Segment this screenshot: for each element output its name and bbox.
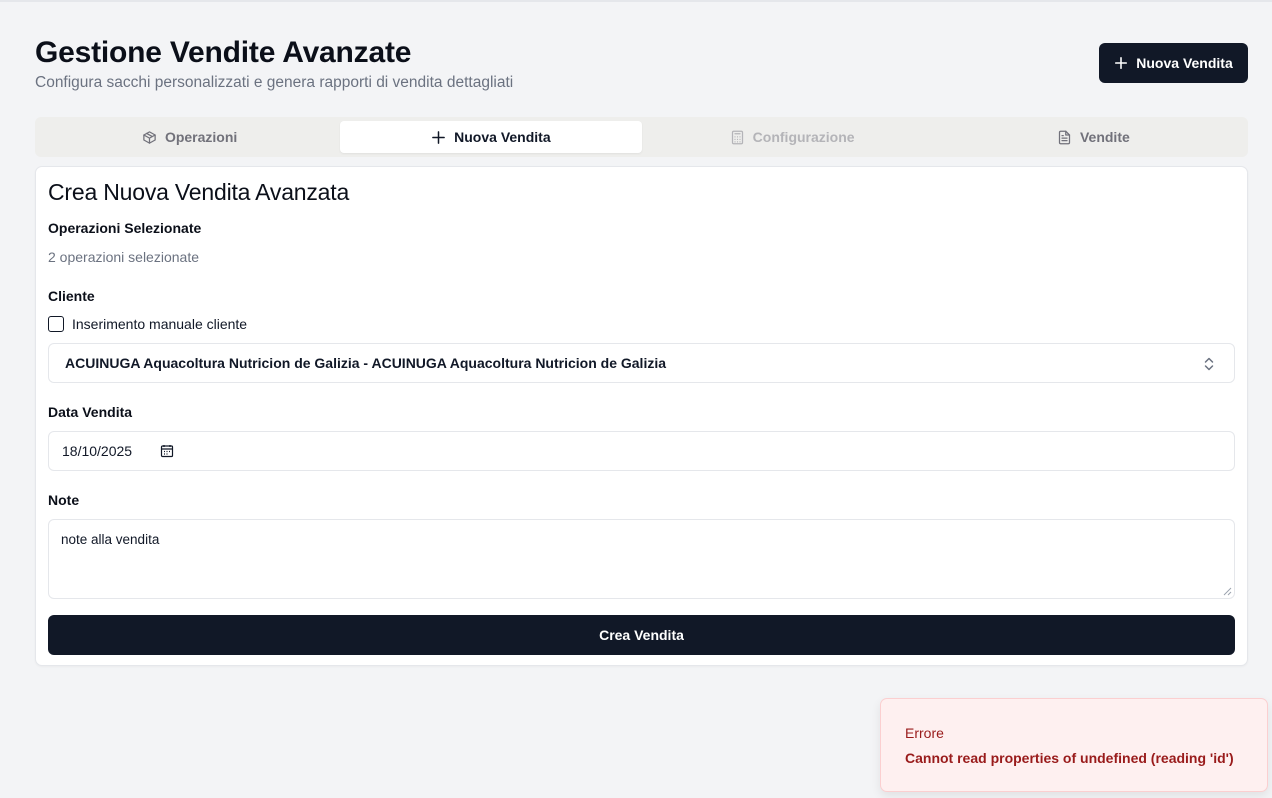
new-sale-form-card: Crea Nuova Vendita Avanzata Operazioni S… xyxy=(35,166,1248,666)
error-toast[interactable]: Errore Cannot read properties of undefin… xyxy=(880,698,1268,792)
page-header: Gestione Vendite Avanzate Configura sacc… xyxy=(35,36,1248,96)
plus-icon xyxy=(432,130,446,144)
sale-date-label: Data Vendita xyxy=(48,404,133,420)
calculator-icon xyxy=(731,130,743,144)
notes-label: Note xyxy=(48,492,80,508)
tab-vendite[interactable]: Vendite xyxy=(943,121,1244,153)
file-text-icon xyxy=(1058,130,1071,144)
create-sale-button[interactable]: Crea Vendita xyxy=(48,615,1235,655)
new-sale-button-label: Nuova Vendita xyxy=(1136,55,1233,71)
tab-configurazione[interactable]: Configurazione xyxy=(642,121,943,153)
notes-textarea[interactable]: note alla vendita xyxy=(48,519,1235,599)
tab-label: Operazioni xyxy=(164,129,238,145)
notes-value: note alla vendita xyxy=(61,532,160,547)
selected-operations-label: Operazioni Selezionate xyxy=(48,220,202,236)
new-sale-button[interactable]: Nuova Vendita xyxy=(1099,43,1248,83)
tab-bar: Operazioni Nuova Vendita Configurazione … xyxy=(35,117,1248,157)
page-subtitle: Configura sacchi personalizzati e genera… xyxy=(35,74,514,91)
plus-icon xyxy=(1115,56,1128,70)
manual-client-row: Inserimento manuale cliente xyxy=(48,316,247,332)
package-icon xyxy=(143,130,156,144)
calendar-icon[interactable] xyxy=(160,444,174,458)
page-title: Gestione Vendite Avanzate xyxy=(35,36,412,69)
error-toast-message: Cannot read properties of undefined (rea… xyxy=(905,750,1234,766)
tab-operazioni[interactable]: Operazioni xyxy=(39,121,340,153)
sale-date-value: 18/10/2025 xyxy=(62,443,133,459)
client-select-value: ACUINUGA Aquacoltura Nutricion de Galizi… xyxy=(65,355,667,371)
chevrons-up-down-icon xyxy=(1204,357,1214,371)
selected-operations-count: 2 operazioni selezionate xyxy=(48,249,199,265)
create-sale-button-label: Crea Vendita xyxy=(599,627,684,643)
tab-nuova-vendita[interactable]: Nuova Vendita xyxy=(340,121,642,153)
tab-label: Configurazione xyxy=(752,129,855,145)
tab-label: Vendite xyxy=(1079,129,1130,145)
manual-client-label: Inserimento manuale cliente xyxy=(72,316,248,332)
error-toast-title: Errore xyxy=(905,725,944,741)
sale-date-input[interactable]: 18/10/2025 xyxy=(48,431,1235,471)
top-border xyxy=(0,0,1272,2)
form-title: Crea Nuova Vendita Avanzata xyxy=(48,179,350,205)
client-label: Cliente xyxy=(48,288,95,304)
tab-label: Nuova Vendita xyxy=(454,129,551,145)
client-select[interactable]: ACUINUGA Aquacoltura Nutricion de Galizi… xyxy=(48,343,1235,383)
manual-client-checkbox[interactable] xyxy=(48,316,64,332)
resize-handle-icon[interactable] xyxy=(1223,587,1232,596)
